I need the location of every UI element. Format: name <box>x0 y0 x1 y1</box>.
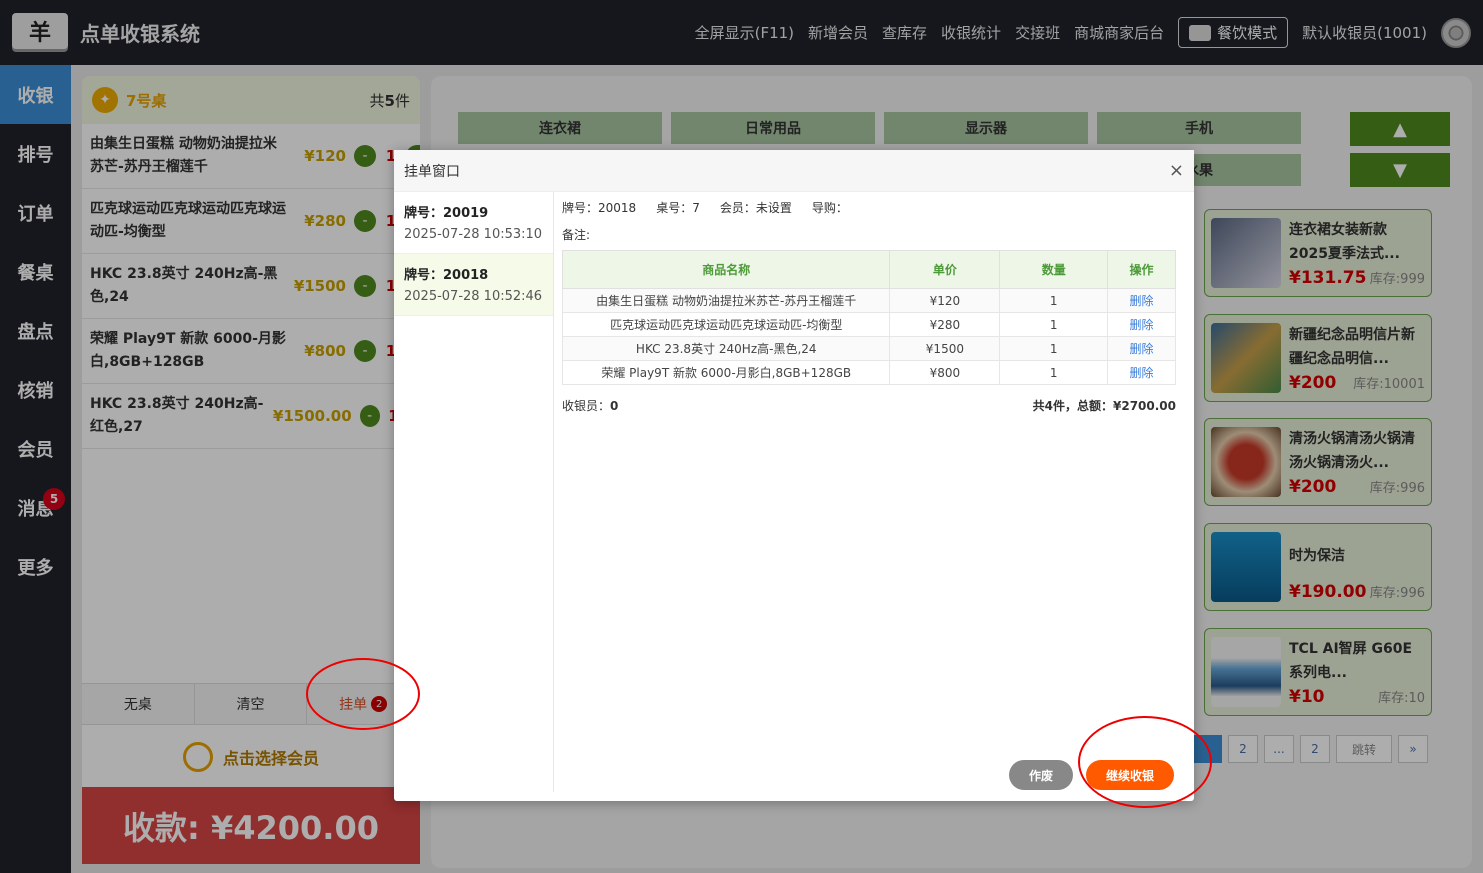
close-icon[interactable]: × <box>1169 160 1184 181</box>
hold-order-item[interactable]: 牌号：20018 2025-07-28 10:52:46 <box>394 254 553 316</box>
hold-order-detail: 牌号：20018 桌号：7 会员：未设置 导购： 备注: 商品名称 单价 数量 … <box>561 192 1176 414</box>
order-info: 牌号：20018 桌号：7 会员：未设置 导购： <box>562 192 1176 222</box>
hold-order-time: 2025-07-28 10:53:10 <box>404 227 543 242</box>
delete-link[interactable]: 删除 <box>1130 318 1154 332</box>
hold-order-number: 牌号：20018 <box>404 268 489 283</box>
detail-member: 会员：未设置 <box>719 200 792 215</box>
row-price: ¥1500 <box>889 336 1001 361</box>
column-header: 数量 <box>999 250 1109 289</box>
column-header: 单价 <box>889 250 1001 289</box>
delete-link[interactable]: 删除 <box>1130 366 1154 380</box>
row-name: 荣耀 Play9T 新款 6000-月影白,8GB+128GB <box>561 360 891 385</box>
detail-table: 商品名称 单价 数量 操作 由集生日蛋糕 动物奶油提拉米苏芒-苏丹王榴莲千 ¥1… <box>561 250 1176 385</box>
cashier-value: 0 <box>610 399 619 413</box>
table-row: 荣耀 Play9T 新款 6000-月影白,8GB+128GB ¥800 1 删… <box>561 360 1176 385</box>
modal-header: 挂单窗口 × <box>394 150 1194 192</box>
row-name: 匹克球运动匹克球运动匹克球运动匹-均衡型 <box>561 312 891 337</box>
table-row: 由集生日蛋糕 动物奶油提拉米苏芒-苏丹王榴莲千 ¥120 1 删除 <box>561 288 1176 313</box>
detail-guide: 导购： <box>811 200 848 215</box>
row-name: 由集生日蛋糕 动物奶油提拉米苏芒-苏丹王榴莲千 <box>561 288 891 313</box>
delete-link[interactable]: 删除 <box>1130 294 1154 308</box>
delete-link[interactable]: 删除 <box>1130 342 1154 356</box>
row-price: ¥120 <box>889 288 1001 313</box>
order-total: 共4件，总额：¥2700.00 <box>1032 399 1176 413</box>
cashier-info: 收银员：0 <box>562 397 618 414</box>
row-name: HKC 23.8英寸 240Hz高-黑色,24 <box>561 336 891 361</box>
column-header: 商品名称 <box>561 250 891 289</box>
row-qty: 1 <box>999 288 1109 313</box>
hold-order-time: 2025-07-28 10:52:46 <box>404 289 543 304</box>
row-price: ¥280 <box>889 312 1001 337</box>
detail-order-number: 牌号：20018 <box>562 200 637 215</box>
row-price: ¥800 <box>889 360 1001 385</box>
table-row: 匹克球运动匹克球运动匹克球运动匹-均衡型 ¥280 1 删除 <box>561 312 1176 337</box>
hold-order-number: 牌号：20019 <box>404 206 489 221</box>
table-row: HKC 23.8英寸 240Hz高-黑色,24 ¥1500 1 删除 <box>561 336 1176 361</box>
cashier-label: 收银员： <box>562 399 611 413</box>
summary-line: 收银员：0 共4件，总额：¥2700.00 <box>562 397 1176 414</box>
row-qty: 1 <box>999 336 1109 361</box>
row-qty: 1 <box>999 312 1109 337</box>
annotation-circle <box>306 658 420 730</box>
annotation-circle <box>1078 716 1212 808</box>
column-header: 操作 <box>1107 250 1176 289</box>
row-qty: 1 <box>999 360 1109 385</box>
void-button[interactable]: 作废 <box>1009 760 1073 790</box>
modal-title: 挂单窗口 <box>404 163 460 180</box>
hold-order-modal: 挂单窗口 × 牌号：20019 2025-07-28 10:53:10 牌号：2… <box>394 150 1194 801</box>
detail-note: 备注: <box>562 227 591 242</box>
detail-table-number: 桌号：7 <box>656 200 700 215</box>
hold-order-item[interactable]: 牌号：20019 2025-07-28 10:53:10 <box>394 192 553 254</box>
